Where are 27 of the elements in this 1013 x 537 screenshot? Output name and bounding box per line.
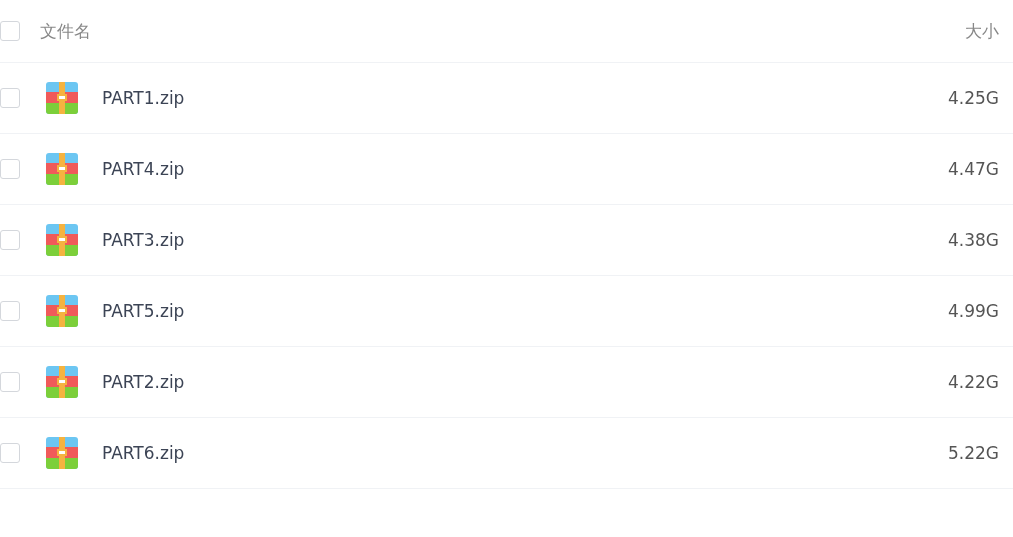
column-header: 大小	[965, 19, 999, 43]
file-size: 4.47G	[947, 159, 999, 179]
column-header: 文件名	[40, 19, 91, 43]
row-checkbox[interactable]	[0, 88, 20, 108]
file-name[interactable]: PART3.zip	[102, 230, 185, 250]
row-checkbox[interactable]	[0, 372, 20, 392]
file-name[interactable]: PART1.zip	[102, 88, 185, 108]
archive-icon	[46, 437, 78, 469]
row-checkbox[interactable]	[0, 159, 20, 179]
archive-icon	[46, 153, 78, 185]
file-size: 4.22G	[947, 372, 999, 392]
row-checkbox[interactable]	[0, 443, 20, 463]
row-checkbox[interactable]	[0, 230, 20, 250]
file-size: 4.38G	[947, 230, 999, 250]
archive-icon	[46, 366, 78, 398]
file-size: 4.25G	[947, 88, 999, 108]
select-all-checkbox[interactable]	[0, 21, 20, 41]
file-size: 5.22G	[947, 443, 999, 463]
file-name[interactable]: PART6.zip	[102, 443, 185, 463]
archive-icon	[46, 295, 78, 327]
file-name[interactable]: PART5.zip	[102, 301, 185, 321]
archive-icon	[46, 82, 78, 114]
archive-icon	[46, 224, 78, 256]
file-name[interactable]: PART2.zip	[102, 372, 185, 392]
file-size: 4.99G	[947, 301, 999, 321]
row-checkbox[interactable]	[0, 301, 20, 321]
file-name[interactable]: PART4.zip	[102, 159, 185, 179]
